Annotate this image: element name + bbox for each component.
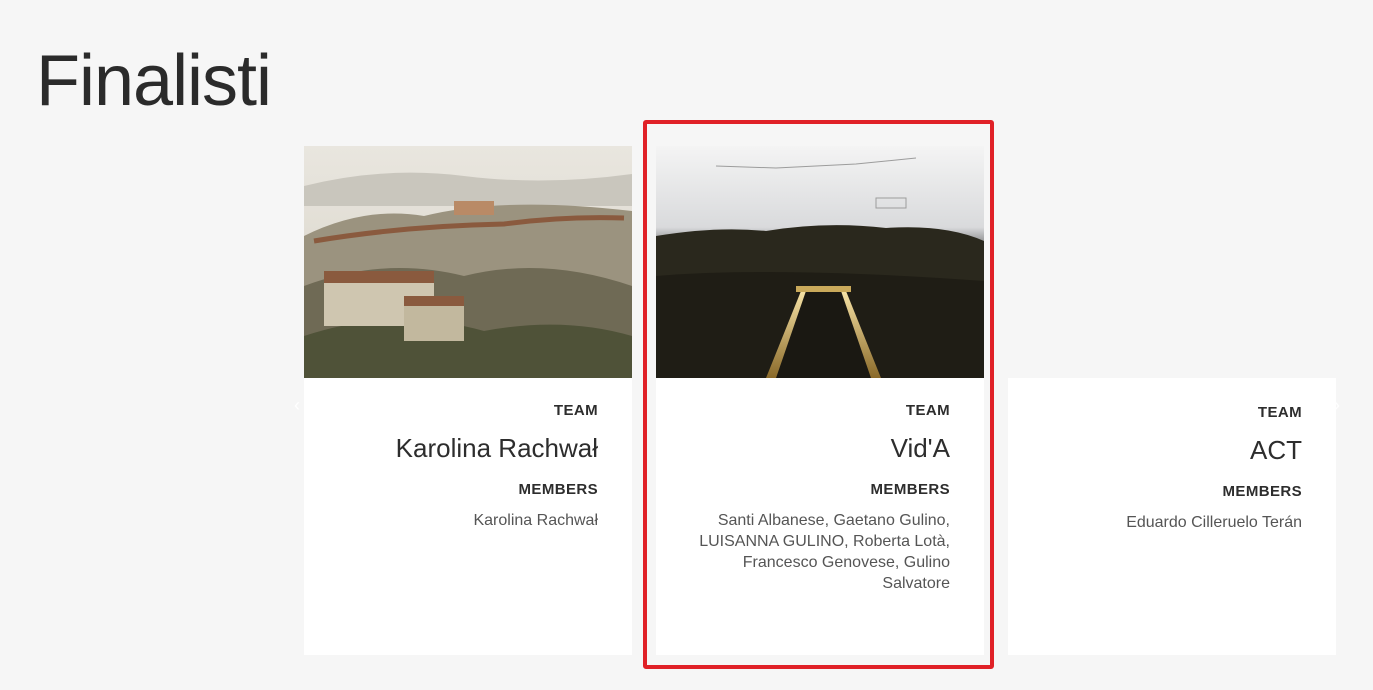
members-list: Karolina Rachwał	[473, 512, 598, 529]
members-label: MEMBERS	[870, 481, 950, 498]
project-image[interactable]	[656, 146, 984, 378]
card-info: TEAM Karolina Rachwał MEMBERS Karolina R…	[304, 378, 632, 531]
team-label: TEAM	[905, 402, 950, 419]
card-info: TEAM Vid'A MEMBERS Santi Albanese, Gaeta…	[656, 378, 984, 594]
members-label: MEMBERS	[1222, 483, 1302, 500]
members-list: Santi Albanese, Gaetano Gulino, LUISANNA…	[699, 512, 950, 592]
aerial-fortress-image	[304, 146, 632, 378]
members-label: MEMBERS	[518, 481, 598, 498]
finalist-card-act[interactable]: TEAM ACT MEMBERS Eduardo Cilleruelo Terá…	[1008, 378, 1336, 655]
card-info: TEAM ACT MEMBERS Eduardo Cilleruelo Terá…	[1008, 378, 1336, 533]
team-name[interactable]: Karolina Rachwał	[328, 433, 598, 463]
page-title: Finalisti	[36, 41, 272, 121]
members-list: Eduardo Cilleruelo Terán	[1126, 514, 1302, 531]
finalist-card-vida[interactable]: TEAM Vid'A MEMBERS Santi Albanese, Gaeta…	[656, 146, 984, 655]
project-image[interactable]	[304, 146, 632, 378]
team-label: TEAM	[553, 402, 598, 419]
night-walkway-image	[656, 146, 984, 378]
team-name[interactable]: ACT	[1032, 435, 1302, 465]
chevron-left-icon[interactable]: ‹	[294, 396, 308, 414]
finalist-card-karolina[interactable]: TEAM Karolina Rachwał MEMBERS Karolina R…	[304, 146, 632, 655]
team-label: TEAM	[1257, 404, 1302, 421]
team-name[interactable]: Vid'A	[680, 433, 950, 463]
chevron-right-icon[interactable]: ›	[1334, 396, 1348, 414]
